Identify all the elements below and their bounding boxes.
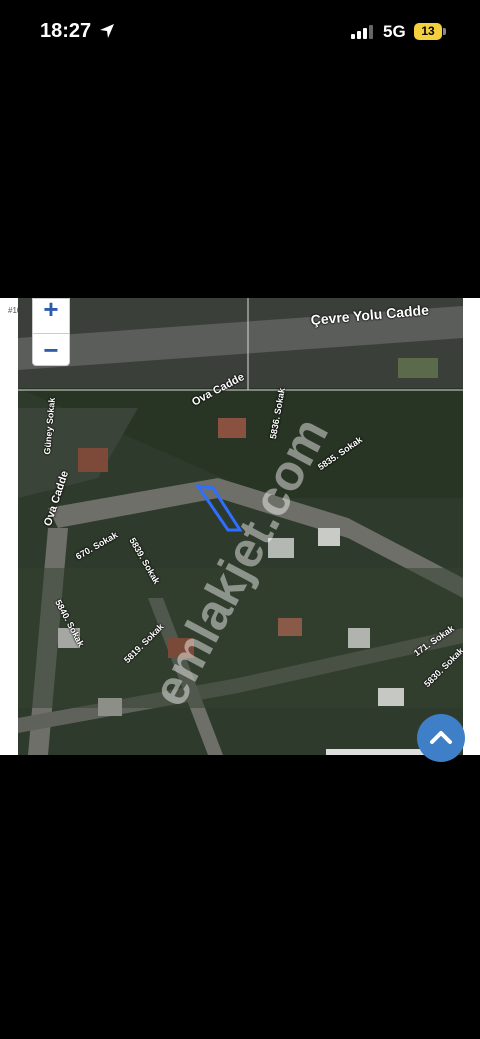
network-type: 5G bbox=[383, 22, 406, 41]
satellite-map[interactable]: + − Çevre Yolu Cadde Ova Cadde Ova Cadde… bbox=[18, 298, 463, 755]
signal-icon bbox=[351, 25, 373, 39]
battery-level: 13 bbox=[421, 24, 435, 38]
battery-icon: 13 bbox=[414, 23, 446, 41]
zoom-control: + − bbox=[32, 298, 70, 366]
status-bar: 18:27 5G 13 bbox=[0, 0, 480, 64]
chevron-up-icon bbox=[430, 731, 452, 744]
zoom-in-button[interactable]: + bbox=[33, 298, 69, 325]
clock: 18:27 bbox=[40, 20, 92, 42]
map-left-margin bbox=[0, 298, 18, 755]
location-arrow-icon bbox=[100, 24, 114, 38]
scroll-to-top-button[interactable] bbox=[417, 714, 465, 762]
map-right-margin bbox=[463, 298, 480, 755]
zoom-out-button[interactable]: − bbox=[33, 333, 69, 366]
